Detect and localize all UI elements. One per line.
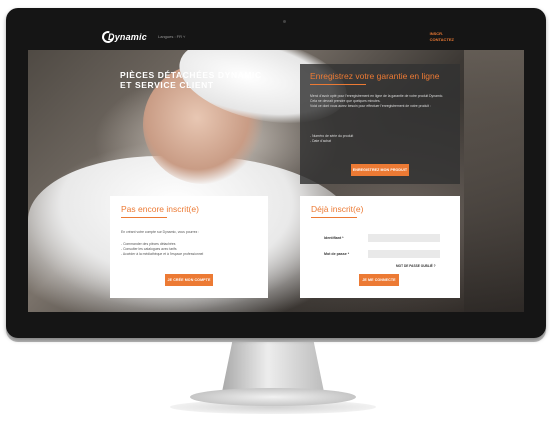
identifier-label: Identifiant *: [324, 236, 344, 240]
nav-link-contact[interactable]: CONTACTEZ: [430, 37, 454, 43]
forgot-password-link[interactable]: MOT DE PASSE OUBLIÉ ?: [396, 264, 436, 268]
hero-title-line: PIÈCES DÉTACHÉES DYNAMIC: [120, 70, 262, 80]
kitchen-background: [464, 46, 524, 312]
monitor-stand-base: [190, 388, 356, 406]
list-item: - Date d'achat: [310, 139, 332, 143]
signup-panel: Pas encore inscrit(e) En créant votre co…: [110, 196, 268, 298]
warranty-text: Merci d'avoir opté pour l'enregistrement…: [310, 94, 450, 109]
title-underline: [311, 217, 357, 218]
camera-icon: [283, 20, 286, 23]
brand-logo[interactable]: Dynamic: [99, 28, 147, 46]
monitor-stand: [222, 342, 324, 392]
title-underline: [310, 84, 366, 85]
warranty-title: Enregistrez votre garantie en ligne: [310, 71, 440, 81]
language-selector[interactable]: Langues : FR ˅: [158, 34, 185, 39]
login-title: Déjà inscrit(e): [311, 204, 364, 214]
warranty-panel: Enregistrez votre garantie en ligne Merc…: [300, 64, 460, 184]
create-account-button[interactable]: JE CRÉE MON COMPTE: [165, 274, 213, 286]
warranty-requirements: - Numéro de série du produit - Date d'ac…: [310, 134, 450, 144]
top-navbar: Dynamic Langues : FR ˅ INSCR. CONTACTEZ: [28, 26, 524, 50]
hero-title-line: ET SERVICE CLIENT: [120, 80, 214, 90]
identifier-input[interactable]: [368, 234, 440, 242]
password-input[interactable]: [368, 250, 440, 258]
signup-intro: En créant votre compte sur Dynamic, vous…: [121, 230, 200, 234]
signup-benefits: - Commander des pièces détachées - Consu…: [121, 242, 203, 257]
nav-links: INSCR. CONTACTEZ: [430, 31, 454, 43]
register-product-button[interactable]: ENREGISTREZ MON PRODUIT: [351, 164, 409, 176]
signup-title: Pas encore inscrit(e): [121, 204, 199, 214]
monitor-mockup: Dynamic Langues : FR ˅ INSCR. CONTACTEZ …: [0, 0, 550, 423]
website-screen: Dynamic Langues : FR ˅ INSCR. CONTACTEZ …: [28, 26, 524, 312]
password-label: Mot de passe *: [324, 252, 350, 256]
hero-title: PIÈCES DÉTACHÉES DYNAMIC ET SERVICE CLIE…: [120, 70, 262, 90]
list-item: - Accéder à la médiathèque et à l'espace…: [121, 252, 204, 256]
title-underline: [121, 217, 167, 218]
login-button[interactable]: JE ME CONNECTE: [359, 274, 399, 286]
warranty-paragraph: Voici ce dont vous aurez besoin pour eff…: [310, 104, 431, 108]
login-panel: Déjà inscrit(e) Identifiant * Mot de pas…: [300, 196, 460, 298]
